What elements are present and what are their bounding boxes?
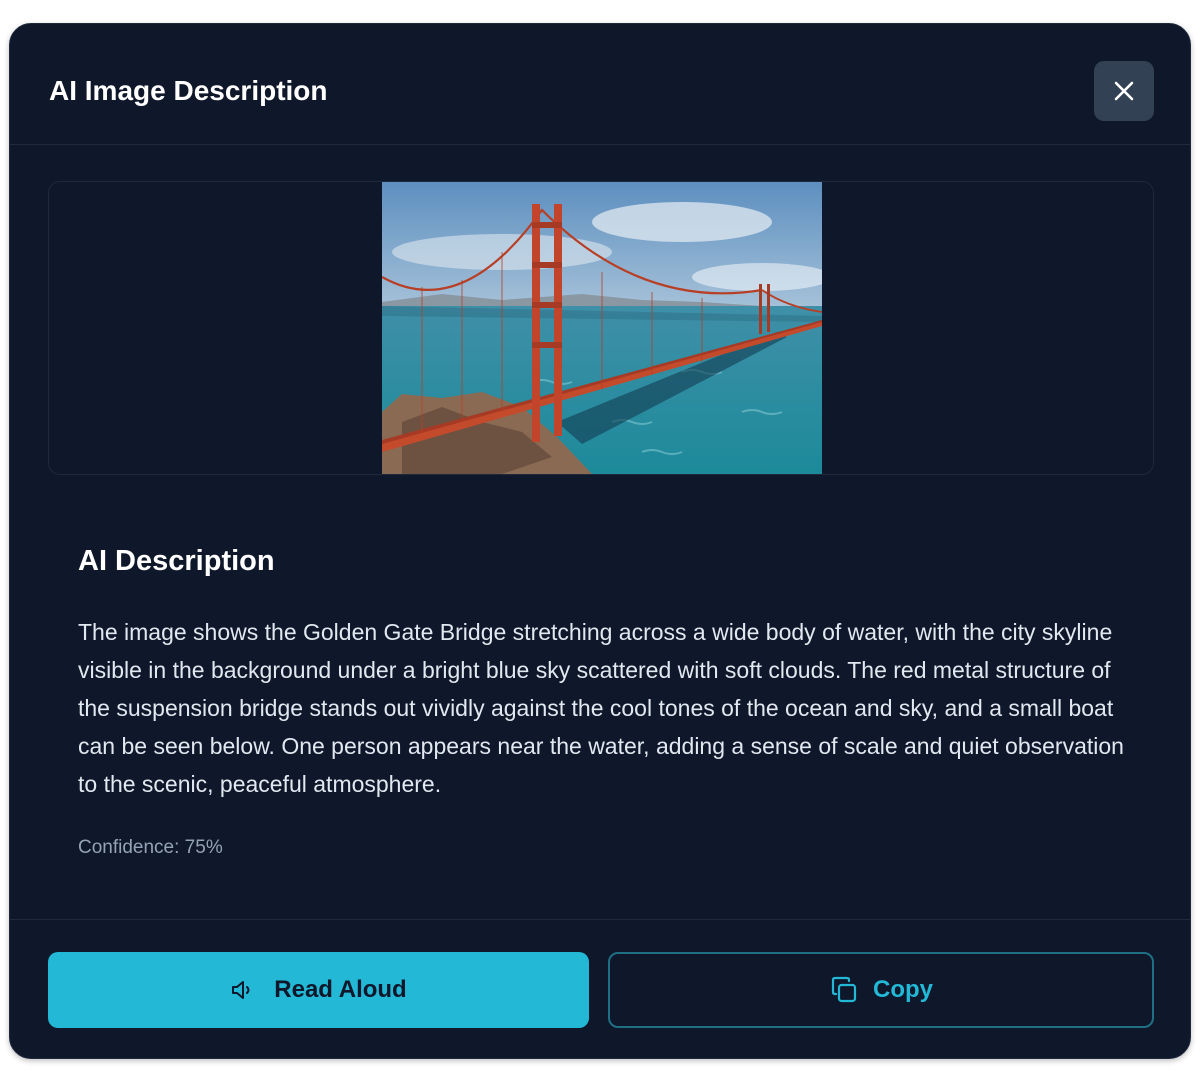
ai-image-description-dialog: AI Image Description AI Description The … [9, 23, 1191, 1059]
description-heading: AI Description [78, 545, 275, 577]
close-button[interactable] [1094, 61, 1154, 121]
copy-label: Copy [873, 976, 933, 1003]
copy-icon [829, 975, 859, 1005]
copy-button[interactable]: Copy [608, 952, 1154, 1028]
close-icon [1113, 80, 1135, 102]
dialog-header: AI Image Description [10, 24, 1190, 145]
speaker-icon [230, 978, 256, 1002]
description-text: The image shows the Golden Gate Bridge s… [78, 619, 1124, 797]
dialog-footer: Read Aloud Copy [10, 919, 1190, 1058]
image-preview-frame [48, 181, 1154, 475]
preview-image [382, 182, 822, 474]
dialog-title: AI Image Description [49, 75, 328, 106]
read-aloud-button[interactable]: Read Aloud [48, 952, 589, 1028]
confidence-label: Confidence: 75% [78, 837, 223, 858]
read-aloud-label: Read Aloud [274, 976, 407, 1003]
